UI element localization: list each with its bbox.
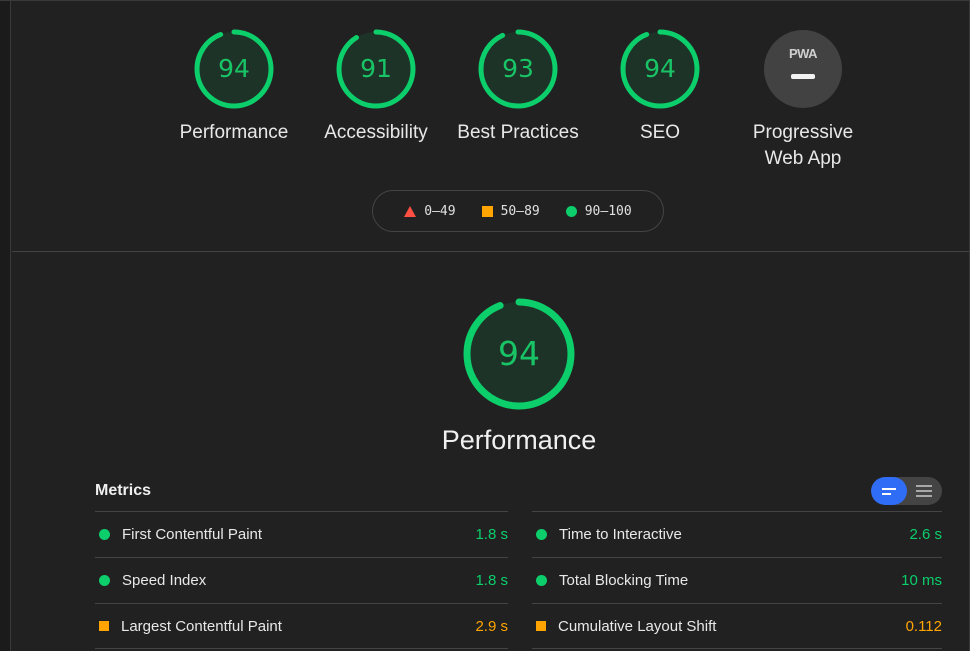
- legend-average: 50–89: [481, 203, 540, 219]
- section-divider: [12, 251, 969, 252]
- triangle-icon: [404, 205, 417, 217]
- metric-name: Cumulative Layout Shift: [558, 617, 717, 635]
- gauge-score: 91: [360, 54, 392, 83]
- pwa-label-line2: Web App: [764, 148, 842, 169]
- metrics-column-left: First Contentful Paint 1.8 s Speed Index…: [95, 511, 508, 649]
- performance-score: 94: [498, 334, 540, 373]
- expanded-view-button[interactable]: [907, 477, 943, 505]
- metric-name: First Contentful Paint: [122, 526, 263, 543]
- metric-value: 2.6 s: [909, 526, 942, 543]
- metric-time-to-interactive[interactable]: Time to Interactive 2.6 s: [532, 511, 942, 557]
- gauge-pwa[interactable]: PWA Progressive Web App: [733, 28, 873, 172]
- pwa-label-line1: Progressive: [752, 122, 854, 143]
- gauge-label: Accessibility: [324, 122, 428, 143]
- condensed-view-button[interactable]: [871, 477, 907, 505]
- metric-name: Largest Contentful Paint: [121, 617, 282, 635]
- performance-category-gauge: 94 Performance: [419, 297, 619, 456]
- expanded-lines-icon: [916, 485, 933, 497]
- average-square-icon: [99, 621, 109, 631]
- window-top-border: [0, 0, 970, 1]
- pwa-badge-text: PWA: [788, 46, 818, 61]
- gauge-performance[interactable]: 94 Performance: [164, 28, 304, 146]
- legend-pass-label: 90–100: [584, 203, 632, 219]
- gauge-score: 94: [644, 54, 676, 83]
- metric-value: 10 ms: [901, 572, 942, 589]
- pass-circle-icon: [99, 575, 110, 586]
- pass-circle-icon: [536, 575, 547, 586]
- metric-value: 2.9 s: [475, 617, 508, 635]
- square-icon: [481, 205, 493, 217]
- pwa-dash: [791, 74, 815, 79]
- legend-pass: 90–100: [565, 203, 632, 219]
- legend-average-label: 50–89: [500, 203, 540, 219]
- pwa-badge-icon: PWA: [764, 30, 842, 108]
- score-legend: 0–49 50–89 90–100: [372, 190, 664, 232]
- metric-speed-index[interactable]: Speed Index 1.8 s: [95, 557, 508, 603]
- metric-largest-contentful-paint[interactable]: Largest Contentful Paint 2.9 s: [95, 603, 508, 649]
- gauge-seo[interactable]: 94 SEO: [590, 28, 730, 146]
- average-square-icon: [536, 621, 546, 631]
- circle-icon: [565, 205, 577, 217]
- legend-fail-label: 0–49: [424, 203, 456, 219]
- gauge-label: Performance: [179, 122, 289, 143]
- performance-title: Performance: [441, 425, 597, 455]
- gauge-label: Best Practices: [457, 122, 579, 143]
- metric-name: Total Blocking Time: [559, 572, 689, 589]
- metric-name: Speed Index: [122, 572, 207, 589]
- metrics-column-right: Time to Interactive 2.6 s Total Blocking…: [532, 511, 942, 649]
- metrics-heading: Metrics: [95, 482, 152, 499]
- gauge-score: 94: [218, 54, 250, 83]
- metric-first-contentful-paint[interactable]: First Contentful Paint 1.8 s: [95, 511, 508, 557]
- metric-cumulative-layout-shift[interactable]: Cumulative Layout Shift 0.112: [532, 603, 942, 649]
- metric-total-blocking-time[interactable]: Total Blocking Time 10 ms: [532, 557, 942, 603]
- pass-circle-icon: [99, 529, 110, 540]
- metric-value: 1.8 s: [475, 526, 508, 543]
- condensed-lines-icon: [881, 487, 896, 495]
- gauge-accessibility[interactable]: 91 Accessibility: [306, 28, 446, 146]
- legend-fail: 0–49: [404, 203, 456, 219]
- gauge-label: SEO: [639, 122, 681, 143]
- window-left-border: [0, 0, 11, 651]
- gauge-score: 93: [502, 54, 534, 83]
- metric-value: 1.8 s: [475, 572, 508, 589]
- metric-name: Time to Interactive: [559, 526, 682, 543]
- metric-value: 0.112: [905, 617, 942, 635]
- metrics-view-toggle[interactable]: [871, 477, 942, 505]
- gauge-best-practices[interactable]: 93 Best Practices: [448, 28, 588, 146]
- gauge-label: Progressive Web App: [733, 120, 873, 172]
- pass-circle-icon: [536, 529, 547, 540]
